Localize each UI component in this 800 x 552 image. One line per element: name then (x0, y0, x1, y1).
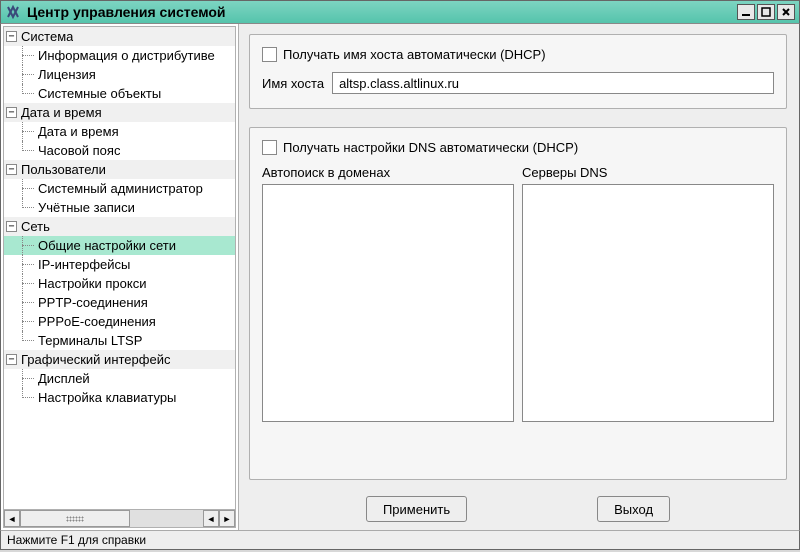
tree-item[interactable]: Системные объекты (4, 84, 235, 103)
close-button[interactable] (777, 4, 795, 20)
tree-item-label: PPPoE-соединения (38, 314, 156, 329)
tree-branch-icon (18, 369, 38, 388)
tree-category[interactable]: Пользователи (4, 160, 235, 179)
tree-category-label: Пользователи (21, 162, 106, 177)
tree-branch-icon (18, 198, 38, 217)
dns-servers-listbox[interactable] (522, 184, 774, 422)
tree-item-label: Системные объекты (38, 86, 161, 101)
main-panel: Получать имя хоста автоматически (DHCP) … (239, 24, 799, 530)
tree-branch-icon (18, 331, 38, 350)
hostname-input[interactable] (332, 72, 774, 94)
tree-branch-icon (18, 179, 38, 198)
tree-branch-icon (18, 274, 38, 293)
tree-item[interactable]: Общие настройки сети (4, 236, 235, 255)
tree-item[interactable]: Часовой пояс (4, 141, 235, 160)
tree-branch-icon (18, 141, 38, 160)
tree-branch-icon (18, 46, 38, 65)
expand-icon[interactable] (6, 354, 17, 365)
tree-item-label: Системный администратор (38, 181, 203, 196)
scroll-right-button[interactable]: ► (219, 510, 235, 527)
dhcp-hostname-checkbox[interactable] (262, 47, 277, 62)
tree-item-label: Лицензия (38, 67, 96, 82)
hostname-group: Получать имя хоста автоматически (DHCP) … (249, 34, 787, 109)
tree-branch-icon (18, 122, 38, 141)
tree-branch-icon (18, 236, 38, 255)
maximize-button[interactable] (757, 4, 775, 20)
sidebar: Система Информация о дистрибутиве Лицензия… (1, 24, 239, 530)
dhcp-dns-label: Получать настройки DNS автоматически (DH… (283, 140, 578, 155)
tree-item-label: Дисплей (38, 371, 90, 386)
apply-button[interactable]: Применить (366, 496, 467, 522)
tree-category-label: Дата и время (21, 105, 102, 120)
dns-servers-label: Серверы DNS (522, 165, 774, 180)
exit-button[interactable]: Выход (597, 496, 670, 522)
tree-item[interactable]: IP-интерфейсы (4, 255, 235, 274)
expand-icon[interactable] (6, 107, 17, 118)
tree-item[interactable]: Дата и время (4, 122, 235, 141)
tree-branch-icon (18, 84, 38, 103)
tree-category[interactable]: Система (4, 27, 235, 46)
tree-item-label: PPTP-соединения (38, 295, 148, 310)
tree-branch-icon (18, 293, 38, 312)
minimize-button[interactable] (737, 4, 755, 20)
titlebar: Центр управления системой (0, 0, 800, 24)
tree-item-label: Информация о дистрибутиве (38, 48, 215, 63)
tree-item-label: Учётные записи (38, 200, 135, 215)
tree-item-label: Часовой пояс (38, 143, 120, 158)
tree-branch-icon (18, 255, 38, 274)
window-title: Центр управления системой (27, 4, 735, 20)
tree-branch-icon (18, 312, 38, 331)
tree-category-label: Сеть (21, 219, 50, 234)
tree-category[interactable]: Дата и время (4, 103, 235, 122)
tree-item-label: Общие настройки сети (38, 238, 176, 253)
expand-icon[interactable] (6, 221, 17, 232)
tree-item[interactable]: Информация о дистрибутиве (4, 46, 235, 65)
tree-branch-icon (18, 65, 38, 84)
tree-item[interactable]: PPTP-соединения (4, 293, 235, 312)
nav-tree[interactable]: Система Информация о дистрибутиве Лицензия… (3, 26, 236, 510)
tree-item[interactable]: Настройки прокси (4, 274, 235, 293)
scroll-left-button[interactable]: ◄ (4, 510, 20, 527)
scroll-thumb[interactable] (20, 510, 130, 527)
search-domains-listbox[interactable] (262, 184, 514, 422)
tree-item[interactable]: Терминалы LTSP (4, 331, 235, 350)
tree-category[interactable]: Графический интерфейс (4, 350, 235, 369)
horizontal-scrollbar[interactable]: ◄ ◄ ► (3, 510, 236, 528)
dhcp-hostname-label: Получать имя хоста автоматически (DHCP) (283, 47, 546, 62)
status-help-text: Нажмите F1 для справки (7, 533, 146, 547)
tree-item[interactable]: Лицензия (4, 65, 235, 84)
dns-group: Получать настройки DNS автоматически (DH… (249, 127, 787, 480)
tree-item-label: Дата и время (38, 124, 119, 139)
hostname-label: Имя хоста (262, 76, 324, 91)
tree-item[interactable]: Настройка клавиатуры (4, 388, 235, 407)
tree-item[interactable]: Системный администратор (4, 179, 235, 198)
tree-item-label: Терминалы LTSP (38, 333, 142, 348)
tree-item-label: Настройки прокси (38, 276, 146, 291)
tree-item[interactable]: Учётные записи (4, 198, 235, 217)
tree-item-label: Настройка клавиатуры (38, 390, 176, 405)
tree-category[interactable]: Сеть (4, 217, 235, 236)
scroll-left2-button[interactable]: ◄ (203, 510, 219, 527)
expand-icon[interactable] (6, 31, 17, 42)
tree-category-label: Система (21, 29, 73, 44)
tree-item-label: IP-интерфейсы (38, 257, 130, 272)
search-domains-label: Автопоиск в доменах (262, 165, 514, 180)
tree-branch-icon (18, 388, 38, 407)
dhcp-dns-checkbox[interactable] (262, 140, 277, 155)
app-icon (5, 4, 21, 20)
tree-item[interactable]: PPPoE-соединения (4, 312, 235, 331)
statusbar: Нажмите F1 для справки (0, 530, 800, 550)
tree-category-label: Графический интерфейс (21, 352, 170, 367)
expand-icon[interactable] (6, 164, 17, 175)
tree-item[interactable]: Дисплей (4, 369, 235, 388)
scroll-track[interactable] (20, 510, 203, 527)
